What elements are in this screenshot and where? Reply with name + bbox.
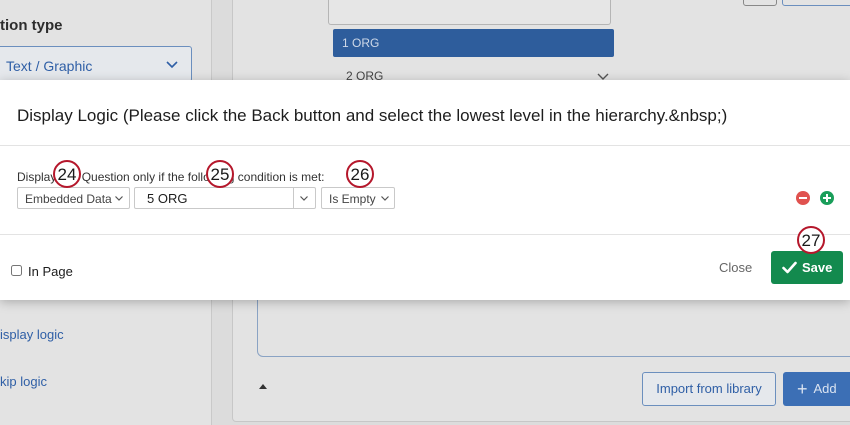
dropdown-list-top: [328, 0, 611, 25]
top-toolbar-primary-button[interactable]: [782, 0, 850, 6]
condition-field-value: 5 ORG: [147, 191, 188, 206]
display-logic-link[interactable]: isplay logic: [0, 327, 64, 342]
save-button[interactable]: Save: [771, 251, 843, 284]
condition-source-value: Embedded Data: [25, 192, 112, 206]
chevron-down-icon: [597, 73, 609, 80]
condition-operator-select[interactable]: Is Empty: [321, 187, 395, 209]
step-callout-27: 27: [797, 226, 825, 254]
question-type-select[interactable]: Text / Graphic: [0, 46, 192, 82]
modal-title: Display Logic (Please click the Back but…: [17, 106, 728, 125]
question-type-value: Text / Graphic: [6, 58, 93, 74]
plus-icon: +: [797, 379, 808, 399]
divider: [0, 234, 850, 235]
step-callout-24: 24: [53, 160, 81, 188]
in-page-checkbox[interactable]: [11, 265, 22, 276]
save-button-label: Save: [802, 260, 833, 275]
add-button[interactable]: + Add: [783, 372, 850, 406]
chevron-down-icon: [166, 61, 178, 69]
remove-condition-icon[interactable]: [796, 191, 810, 205]
display-logic-modal: Display Logic (Please click the Back but…: [0, 80, 850, 300]
condition-operator-value: Is Empty: [329, 192, 376, 206]
condition-source-select[interactable]: Embedded Data: [17, 187, 130, 209]
skip-logic-link[interactable]: kip logic: [0, 374, 47, 389]
step-callout-26: 26: [346, 160, 374, 188]
step-callout-25: 25: [206, 160, 234, 188]
question-panel-bottom: [257, 290, 850, 357]
chevron-down-icon: [381, 196, 389, 201]
list-item-selected[interactable]: 1 ORG: [333, 29, 614, 57]
add-button-label: Add: [813, 381, 837, 396]
in-page-label: In Page: [28, 264, 73, 279]
import-from-library-button[interactable]: Import from library: [642, 372, 776, 406]
chevron-down-icon: [115, 196, 123, 201]
divider: [0, 145, 850, 146]
checkmark-icon: [782, 261, 797, 274]
caret-up-icon[interactable]: [259, 384, 267, 389]
divider: [293, 188, 294, 208]
add-condition-icon[interactable]: [820, 191, 834, 205]
top-toolbar-button[interactable]: [743, 0, 777, 6]
chevron-down-icon[interactable]: [300, 196, 308, 201]
close-button[interactable]: Close: [719, 260, 752, 275]
condition-field-combobox[interactable]: 5 ORG: [134, 187, 316, 209]
section-title: tion type: [0, 17, 63, 34]
